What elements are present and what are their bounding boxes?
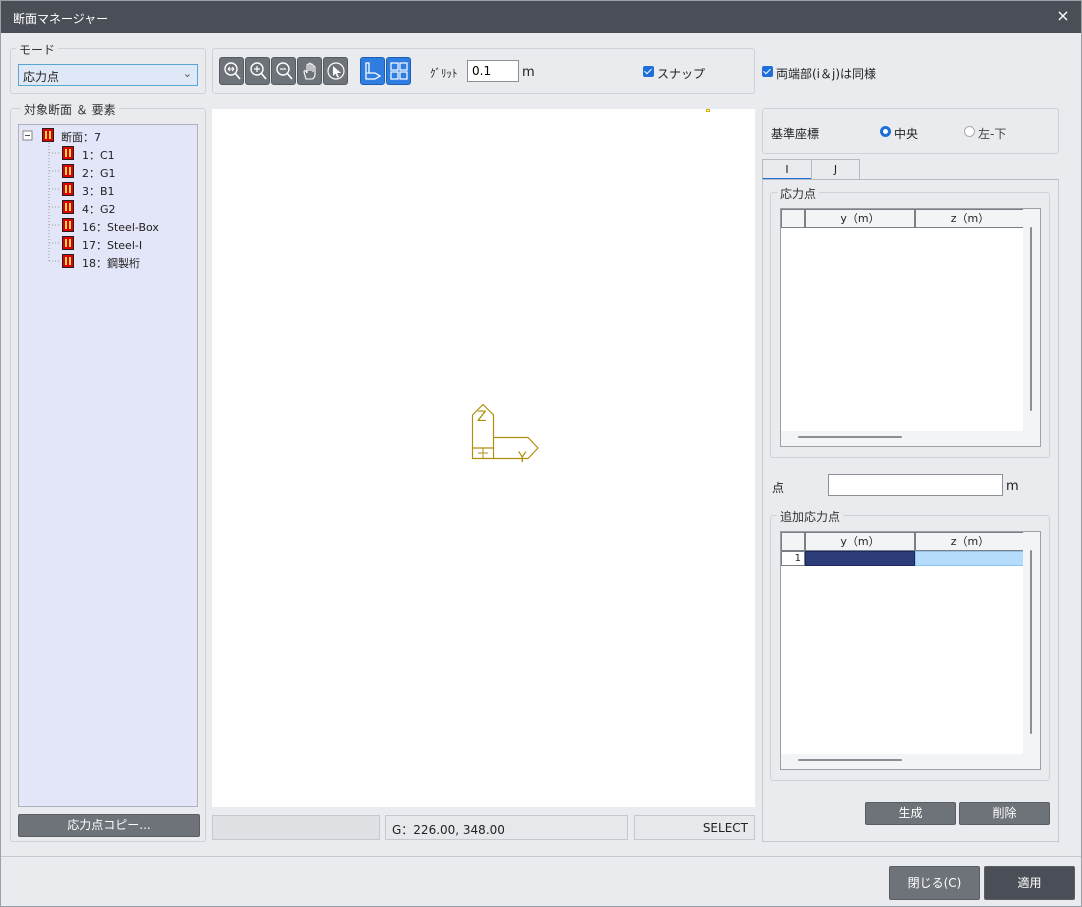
zoom-in-button[interactable] (245, 57, 270, 85)
i-beam-icon (62, 182, 74, 196)
grid-scroll-bottom-area (781, 754, 1040, 769)
section-manager-window: 断面マネージャー × モード 応力点 ⌄ ｸﾞﾘｯﾄ m スナップ 両端部(i＆… (0, 0, 1082, 907)
same-ends-checkbox[interactable] (762, 66, 773, 77)
same-ends-label: 両端部(i＆j)は同様 (776, 67, 877, 81)
grid-header-index (781, 532, 805, 551)
snap-label: スナップ (657, 67, 706, 81)
additional-points-label: 追加応力点 (777, 508, 844, 525)
zoom-in-icon (250, 62, 267, 80)
grid-header-z: z（m） (915, 209, 1025, 228)
cell-y[interactable] (805, 551, 915, 566)
grid-header-y: y（m） (805, 532, 915, 551)
vertical-scrollbar[interactable] (1030, 550, 1032, 734)
generate-button[interactable]: 生成 (865, 802, 956, 825)
targets-label: 対象断面 ＆ 要素 (21, 101, 119, 118)
copy-stress-points-button[interactable]: 応力点コピー... (18, 814, 200, 837)
i-beam-icon (62, 164, 74, 178)
grid-label: ｸﾞﾘｯﾄ (430, 67, 458, 80)
additional-points-grid[interactable]: y（m） z（m） 1 (780, 531, 1041, 770)
pan-hand-icon (303, 62, 316, 80)
i-beam-icon (62, 254, 74, 268)
zoom-out-icon (276, 62, 293, 80)
bottom-left-radio-label: 左-下 (978, 127, 1007, 141)
section-view-icon (365, 62, 382, 80)
reference-label: 基準座標 (771, 127, 820, 141)
zoom-fit-button[interactable] (219, 57, 244, 85)
stress-points-grid[interactable]: y（m） z（m） (780, 208, 1041, 447)
grid-view-button[interactable] (386, 57, 411, 85)
tab-j[interactable]: J (811, 159, 860, 180)
select-arrow-icon (327, 62, 345, 80)
mode-label: モード (16, 41, 59, 58)
section-view-button[interactable] (360, 57, 385, 85)
cell-z[interactable] (915, 551, 1025, 566)
center-radio-label: 中央 (894, 127, 919, 141)
status-left (212, 815, 380, 840)
select-button[interactable] (323, 57, 348, 85)
snap-checkbox[interactable] (643, 66, 654, 77)
close-icon[interactable]: × (1053, 6, 1073, 26)
grid-header-index (781, 209, 805, 228)
i-beam-icon (62, 218, 74, 232)
tree-item-label: 16：Steel-Box (82, 221, 159, 234)
tree-root-label: 断面：7 (61, 131, 101, 144)
point-label: 点 (772, 481, 785, 495)
horizontal-scrollbar[interactable] (798, 436, 902, 438)
pan-button[interactable] (297, 57, 322, 85)
zoom-out-button[interactable] (271, 57, 296, 85)
grid-scroll-bottom-area (781, 431, 1040, 446)
close-button[interactable]: 閉じる(C) (889, 866, 980, 900)
horizontal-scrollbar[interactable] (798, 759, 902, 761)
grid-header-z: z（m） (915, 532, 1025, 551)
status-mode: SELECT (634, 815, 755, 840)
section-tree[interactable]: 断面：7 1：C1 2：G1 3：B1 4：G2 16：Steel-Box 17… (18, 124, 198, 807)
row-number: 1 (781, 551, 805, 566)
mode-select-value: 応力点 (23, 70, 60, 84)
i-beam-icon (62, 200, 74, 214)
bottom-left-radio[interactable] (964, 126, 975, 137)
point-input[interactable] (828, 474, 1003, 496)
tab-i[interactable]: I (762, 159, 812, 180)
status-coords: G：226.00, 348.00 (385, 815, 628, 840)
center-radio[interactable] (880, 126, 891, 137)
i-beam-icon (42, 128, 54, 142)
zoom-fit-icon (224, 62, 241, 80)
y-axis-label: Y (518, 450, 527, 466)
grid-unit: m (522, 65, 535, 80)
delete-button[interactable]: 削除 (959, 802, 1050, 825)
tree-item-label: 17：Steel-I (82, 239, 143, 252)
i-beam-icon (62, 236, 74, 250)
z-axis-label: Z (477, 409, 487, 425)
title-bar: 断面マネージャー × (1, 1, 1081, 33)
table-row[interactable]: 1 (781, 551, 1025, 566)
chevron-down-icon: ⌄ (182, 67, 192, 80)
i-beam-icon (62, 146, 74, 160)
drawing-canvas[interactable]: Z Y (212, 109, 755, 807)
tree-item-label: 1：C1 (82, 149, 115, 162)
marker-dot (706, 109, 710, 112)
grid-header-y: y（m） (805, 209, 915, 228)
apply-button[interactable]: 適用 (984, 866, 1075, 900)
footer-divider (1, 856, 1081, 857)
tree-item-label: 2：G1 (82, 167, 116, 180)
grid-input[interactable] (467, 60, 519, 82)
vertical-scrollbar[interactable] (1030, 227, 1032, 411)
tree-item-label: 18：鋼製桁 (82, 257, 140, 270)
point-unit: m (1006, 479, 1019, 494)
mode-select[interactable]: 応力点 ⌄ (18, 64, 198, 86)
grid-view-icon (390, 62, 408, 80)
tree-item-label: 3：B1 (82, 185, 115, 198)
stress-points-label: 応力点 (777, 185, 820, 202)
window-title: 断面マネージャー (13, 12, 109, 26)
tree-item-label: 4：G2 (82, 203, 116, 216)
